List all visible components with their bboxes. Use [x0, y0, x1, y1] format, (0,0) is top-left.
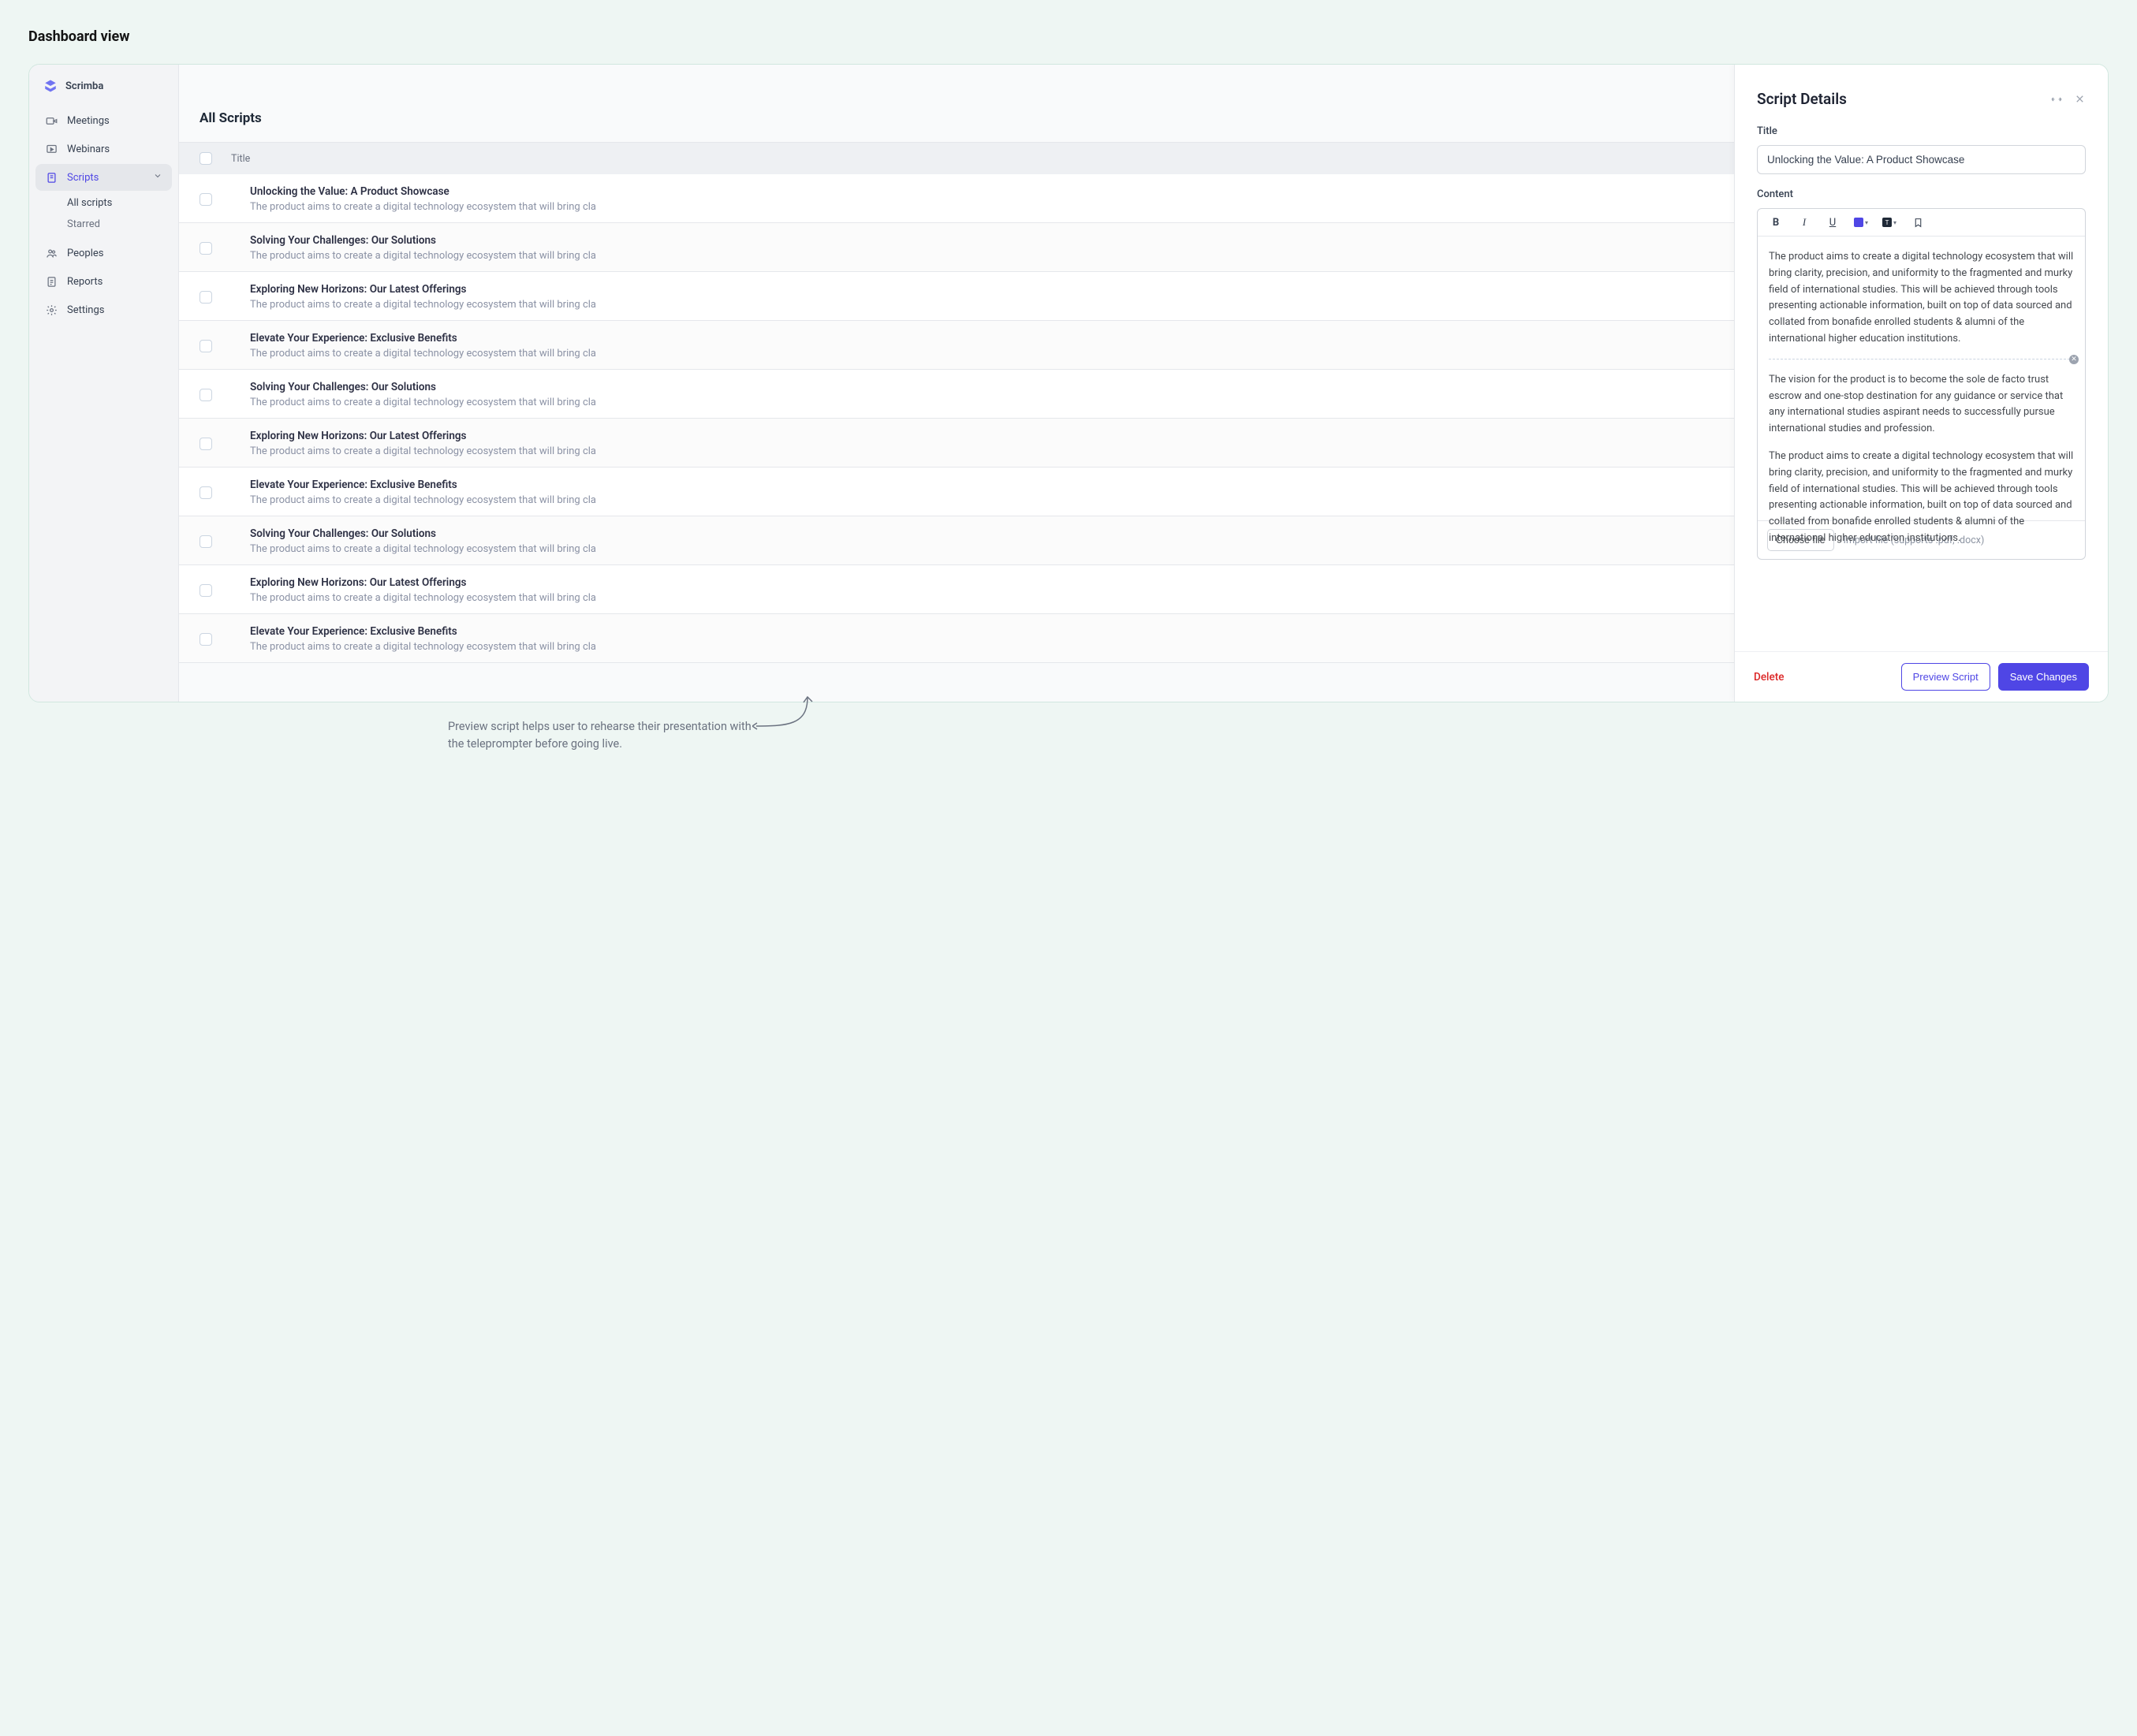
text-color-button[interactable]: ▾ — [1854, 218, 1868, 227]
script-details-drawer: Script Details Title Content B — [1734, 65, 2108, 702]
preview-script-button[interactable]: Preview Script — [1901, 663, 1990, 691]
row-checkbox[interactable] — [200, 193, 212, 206]
subnav-all-scripts[interactable]: All scripts — [59, 192, 172, 214]
title-label: Title — [1757, 125, 2086, 137]
sidebar-item-meetings[interactable]: Meetings — [35, 107, 172, 134]
sidebar-item-label: Reports — [67, 276, 103, 288]
sidebar-item-label: Peoples — [67, 248, 104, 259]
sidebar-item-settings[interactable]: Settings — [35, 296, 172, 323]
row-checkbox[interactable] — [200, 584, 212, 597]
delete-button[interactable]: Delete — [1754, 671, 1784, 684]
highlight-button[interactable]: T ▾ — [1882, 218, 1896, 227]
content-editor: B I U ▾ T ▾ — [1757, 208, 2086, 560]
save-changes-button[interactable]: Save Changes — [1998, 663, 2089, 691]
sidebar-item-label: Meetings — [67, 115, 110, 127]
row-checkbox[interactable] — [200, 242, 212, 255]
editor-paragraph: The product aims to create a digital tec… — [1769, 449, 2074, 547]
row-checkbox[interactable] — [200, 535, 212, 548]
app-frame: Scrimba Meetings Webinars Scripts All sc — [28, 64, 2109, 702]
presentation-icon — [45, 143, 58, 155]
brand: Scrimba — [35, 79, 172, 107]
row-checkbox[interactable] — [200, 389, 212, 401]
content-label: Content — [1757, 188, 2086, 200]
row-checkbox[interactable] — [200, 291, 212, 304]
bold-button[interactable]: B — [1769, 215, 1783, 229]
close-icon[interactable] — [2074, 93, 2086, 106]
sidebar-item-label: Webinars — [67, 143, 110, 155]
sidebar-item-reports[interactable]: Reports — [35, 268, 172, 295]
drawer-footer: Delete Preview Script Save Changes — [1735, 651, 2108, 702]
main-area: All Scripts Title Created on Unlocking t… — [179, 65, 2108, 702]
column-title: Title — [231, 153, 1977, 165]
page-title: Dashboard view — [28, 28, 2109, 45]
gear-icon — [45, 304, 58, 316]
brand-logo-icon — [43, 79, 58, 93]
scripts-subnav: All scripts Starred — [35, 192, 172, 235]
highlight-swatch-icon: T — [1882, 218, 1892, 227]
caret-down-icon: ▾ — [1865, 219, 1868, 226]
caret-down-icon: ▾ — [1893, 219, 1896, 226]
italic-button[interactable]: I — [1797, 215, 1811, 229]
divider-remove-icon[interactable]: ✕ — [2069, 355, 2079, 364]
subnav-starred[interactable]: Starred — [59, 214, 172, 235]
sidebar-item-scripts[interactable]: Scripts — [35, 164, 172, 191]
sidebar-item-label: Scripts — [67, 172, 99, 184]
annotation-text: Preview script helps user to rehearse th… — [448, 718, 763, 754]
underline-button[interactable]: U — [1826, 215, 1840, 229]
script-icon — [45, 171, 58, 184]
video-icon — [45, 114, 58, 127]
report-icon — [45, 275, 58, 288]
select-all-checkbox[interactable] — [200, 152, 212, 165]
row-checkbox[interactable] — [200, 340, 212, 352]
sidebar-item-label: Settings — [67, 304, 104, 316]
row-checkbox[interactable] — [200, 438, 212, 450]
editor-paragraph: The vision for the product is to become … — [1769, 372, 2074, 438]
bookmark-icon[interactable] — [1911, 215, 1925, 229]
title-input[interactable] — [1757, 145, 2086, 174]
row-checkbox[interactable] — [200, 633, 212, 646]
editor-body[interactable]: The product aims to create a digital tec… — [1758, 237, 2085, 520]
editor-paragraph: The product aims to create a digital tec… — [1769, 249, 2074, 348]
sidebar-item-peoples[interactable]: Peoples — [35, 240, 172, 266]
editor-toolbar: B I U ▾ T ▾ — [1758, 209, 2085, 237]
brand-name: Scrimba — [65, 80, 103, 92]
row-checkbox[interactable] — [200, 486, 212, 499]
chevron-down-icon — [153, 171, 162, 184]
drawer-title: Script Details — [1757, 90, 2050, 108]
sidebar: Scrimba Meetings Webinars Scripts All sc — [29, 65, 179, 702]
expand-icon[interactable] — [2050, 93, 2063, 106]
color-swatch-icon — [1854, 218, 1863, 227]
annotation-arrow-icon — [752, 693, 823, 740]
people-icon — [45, 247, 58, 259]
sidebar-item-webinars[interactable]: Webinars — [35, 136, 172, 162]
